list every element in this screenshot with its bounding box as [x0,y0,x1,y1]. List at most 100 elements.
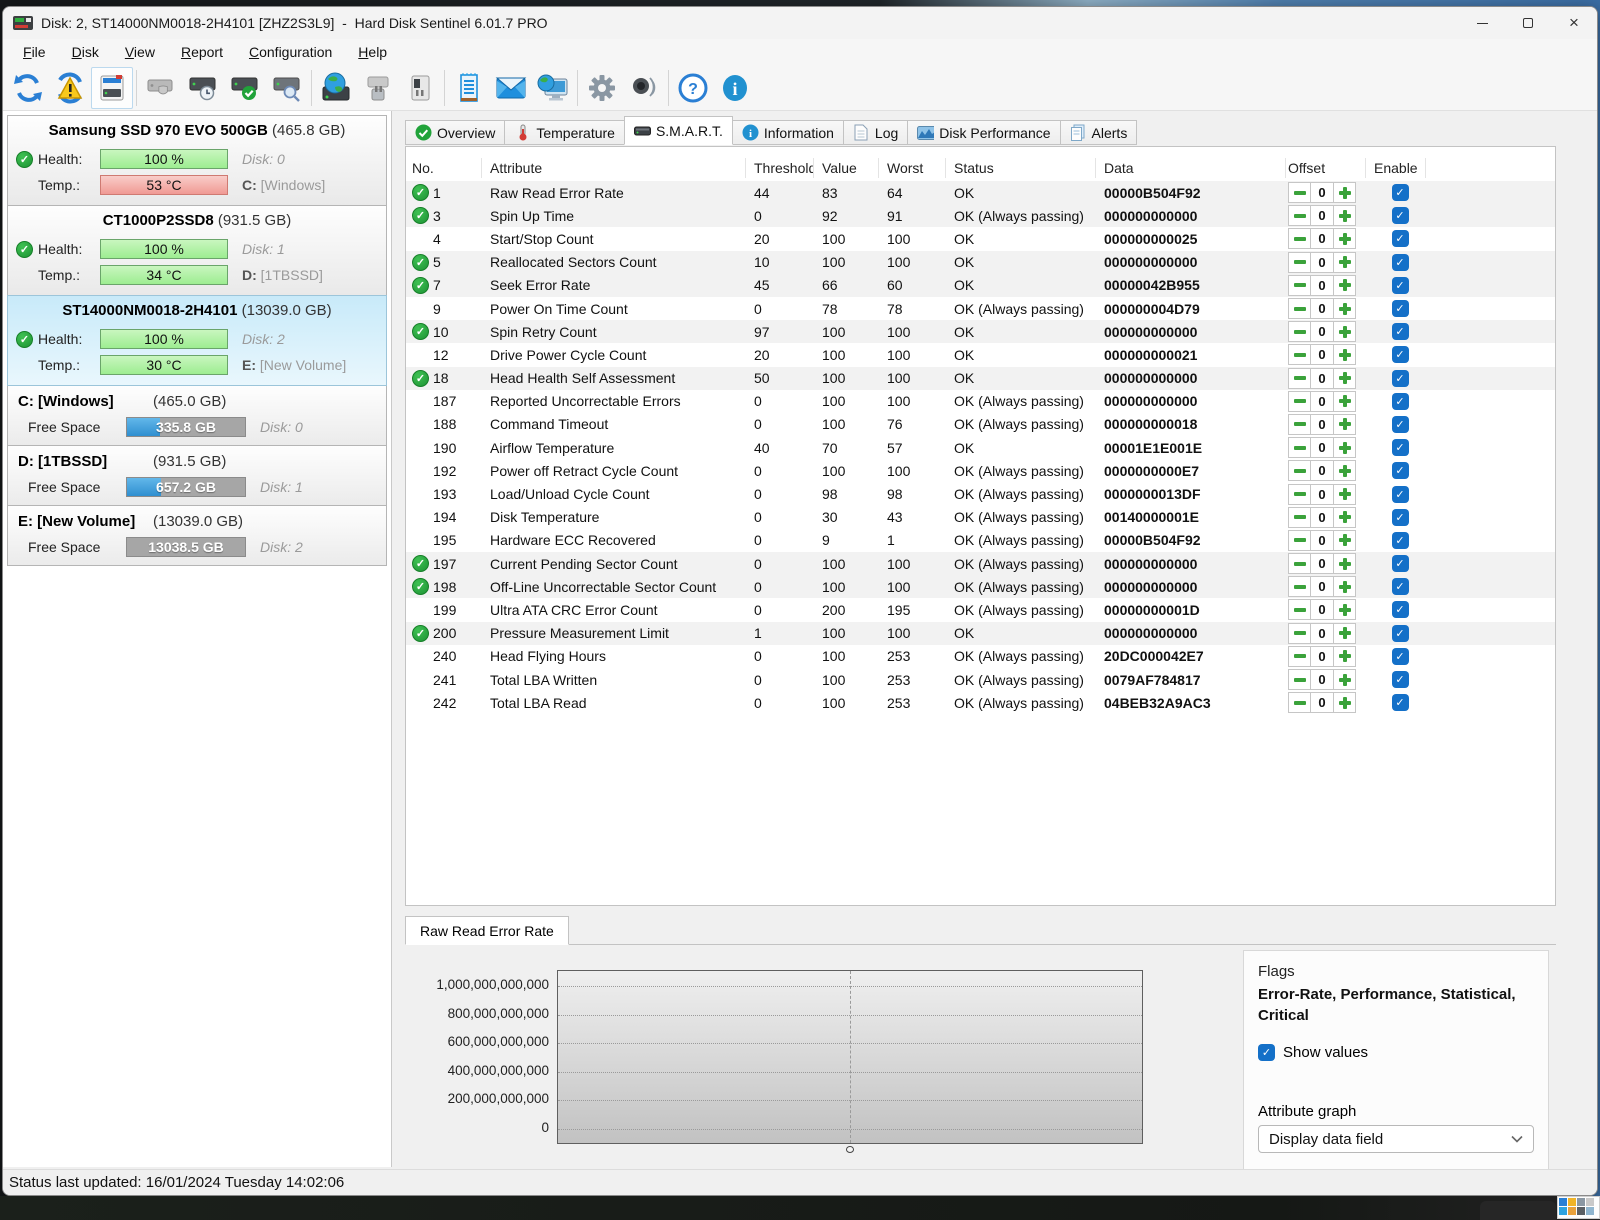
enable-checkbox[interactable]: ✓ [1392,277,1409,294]
close-button[interactable]: × [1551,7,1597,39]
smart-row[interactable]: ✓1Raw Read Error Rate448364OK00000B504F9… [406,181,1555,204]
maximize-button[interactable] [1505,7,1551,39]
enable-checkbox[interactable]: ✓ [1392,578,1409,595]
menu-disk[interactable]: Disk [60,42,111,62]
enable-checkbox[interactable]: ✓ [1392,323,1409,340]
graph-tab[interactable]: Raw Read Error Rate [405,916,569,945]
enable-checkbox[interactable]: ✓ [1392,184,1409,201]
offset-minus-button[interactable] [1288,414,1311,435]
enable-checkbox[interactable]: ✓ [1392,370,1409,387]
offset-plus-button[interactable] [1333,530,1356,551]
attribute-graph-dropdown[interactable]: Display data field [1258,1125,1534,1153]
enable-checkbox[interactable]: ✓ [1392,509,1409,526]
enable-checkbox[interactable]: ✓ [1392,416,1409,433]
offset-plus-button[interactable] [1333,437,1356,458]
smart-row[interactable]: ✓3Spin Up Time09291OK (Always passing)00… [406,204,1555,227]
smart-row[interactable]: 194Disk Temperature03043OK (Always passi… [406,506,1555,529]
tab-smart[interactable]: S.M.A.R.T. [624,116,733,145]
offset-minus-button[interactable] [1288,669,1311,690]
tab-temperature[interactable]: Temperature [504,120,625,145]
tab-log[interactable]: Log [843,120,908,145]
disk-search-icon[interactable] [266,67,308,109]
smart-row[interactable]: ✓7Seek Error Rate456660OK00000042B9550✓ [406,274,1555,297]
minimize-button[interactable] [1459,7,1505,39]
offset-minus-button[interactable] [1288,460,1311,481]
offset-minus-button[interactable] [1288,252,1311,273]
smart-row[interactable]: 240Head Flying Hours0100253OK (Always pa… [406,645,1555,668]
enable-checkbox[interactable]: ✓ [1392,393,1409,410]
disk-check-icon[interactable] [224,67,266,109]
offset-minus-button[interactable] [1288,182,1311,203]
tray-icons-flyout[interactable] [1557,1196,1600,1219]
disk-panel-icon[interactable] [91,67,133,109]
tab-alerts[interactable]: Alerts [1060,120,1138,145]
tab-disk-performance[interactable]: Disk Performance [907,120,1060,145]
refresh-warning-icon[interactable] [49,67,91,109]
offset-plus-button[interactable] [1333,460,1356,481]
offset-plus-button[interactable] [1333,623,1356,644]
refresh-icon[interactable] [7,67,49,109]
offset-minus-button[interactable] [1288,344,1311,365]
disk-shield-icon[interactable] [140,67,182,109]
smart-row[interactable]: ✓197Current Pending Sector Count0100100O… [406,552,1555,575]
help-icon[interactable]: ? [672,67,714,109]
enable-checkbox[interactable]: ✓ [1392,532,1409,549]
tab-information[interactable]: i Information [732,120,844,145]
smart-row[interactable]: 4Start/Stop Count20100100OK0000000000250… [406,227,1555,250]
offset-plus-button[interactable] [1333,599,1356,620]
smart-row[interactable]: ✓198Off-Line Uncorrectable Sector Count0… [406,575,1555,598]
offset-plus-button[interactable] [1333,576,1356,597]
offset-minus-button[interactable] [1288,368,1311,389]
offset-minus-button[interactable] [1288,205,1311,226]
smart-row[interactable]: 193Load/Unload Cycle Count09898OK (Alway… [406,482,1555,505]
smart-row[interactable]: 195Hardware ECC Recovered091OK (Always p… [406,529,1555,552]
smart-row[interactable]: ✓10Spin Retry Count97100100OK00000000000… [406,320,1555,343]
disk-card-1[interactable]: CT1000P2SSD8 (931.5 GB) ✓ Health: 100 % … [7,205,387,296]
offset-plus-button[interactable] [1333,507,1356,528]
offset-plus-button[interactable] [1333,252,1356,273]
partition-card-e[interactable]: E: [New Volume](13039.0 GB) Free Space 1… [7,505,387,566]
offset-plus-button[interactable] [1333,553,1356,574]
enable-checkbox[interactable]: ✓ [1392,694,1409,711]
menu-file[interactable]: File [11,42,58,62]
offset-plus-button[interactable] [1333,669,1356,690]
offset-plus-button[interactable] [1333,182,1356,203]
offset-minus-button[interactable] [1288,298,1311,319]
offset-plus-button[interactable] [1333,692,1356,713]
smart-row[interactable]: 187Reported Uncorrectable Errors0100100O… [406,390,1555,413]
enable-checkbox[interactable]: ✓ [1392,439,1409,456]
partition-card-d[interactable]: D: [1TBSSD](931.5 GB) Free Space 657.2 G… [7,445,387,506]
offset-minus-button[interactable] [1288,275,1311,296]
menu-report[interactable]: Report [169,42,235,62]
offset-plus-button[interactable] [1333,228,1356,249]
smart-row[interactable]: 188Command Timeout010076OK (Always passi… [406,413,1555,436]
offset-minus-button[interactable] [1288,437,1311,458]
disk-clock-icon[interactable] [182,67,224,109]
smart-row[interactable]: 241Total LBA Written0100253OK (Always pa… [406,668,1555,691]
enable-checkbox[interactable]: ✓ [1392,207,1409,224]
sound-icon[interactable] [623,67,665,109]
smart-row[interactable]: ✓200Pressure Measurement Limit1100100OK0… [406,622,1555,645]
enable-checkbox[interactable]: ✓ [1392,601,1409,618]
network-globe-disk-icon[interactable] [315,67,357,109]
menu-configuration[interactable]: Configuration [237,42,344,62]
tab-overview[interactable]: Overview [405,120,505,145]
enable-checkbox[interactable]: ✓ [1392,648,1409,665]
enable-checkbox[interactable]: ✓ [1392,230,1409,247]
mail-icon[interactable] [490,67,532,109]
enable-checkbox[interactable]: ✓ [1392,555,1409,572]
enable-checkbox[interactable]: ✓ [1392,486,1409,503]
disk-plug-icon[interactable] [399,67,441,109]
offset-plus-button[interactable] [1333,391,1356,412]
notes-icon[interactable] [448,67,490,109]
enable-checkbox[interactable]: ✓ [1392,462,1409,479]
smart-row[interactable]: ✓5Reallocated Sectors Count10100100OK000… [406,251,1555,274]
remote-monitor-icon[interactable] [532,67,574,109]
offset-minus-button[interactable] [1288,484,1311,505]
disk-unplug-icon[interactable] [357,67,399,109]
offset-plus-button[interactable] [1333,368,1356,389]
smart-row[interactable]: 242Total LBA Read0100253OK (Always passi… [406,691,1555,714]
enable-checkbox[interactable]: ✓ [1392,625,1409,642]
smart-row[interactable]: 192Power off Retract Cycle Count0100100O… [406,459,1555,482]
partition-card-c[interactable]: C: [Windows](465.0 GB) Free Space 335.8 … [7,385,387,446]
